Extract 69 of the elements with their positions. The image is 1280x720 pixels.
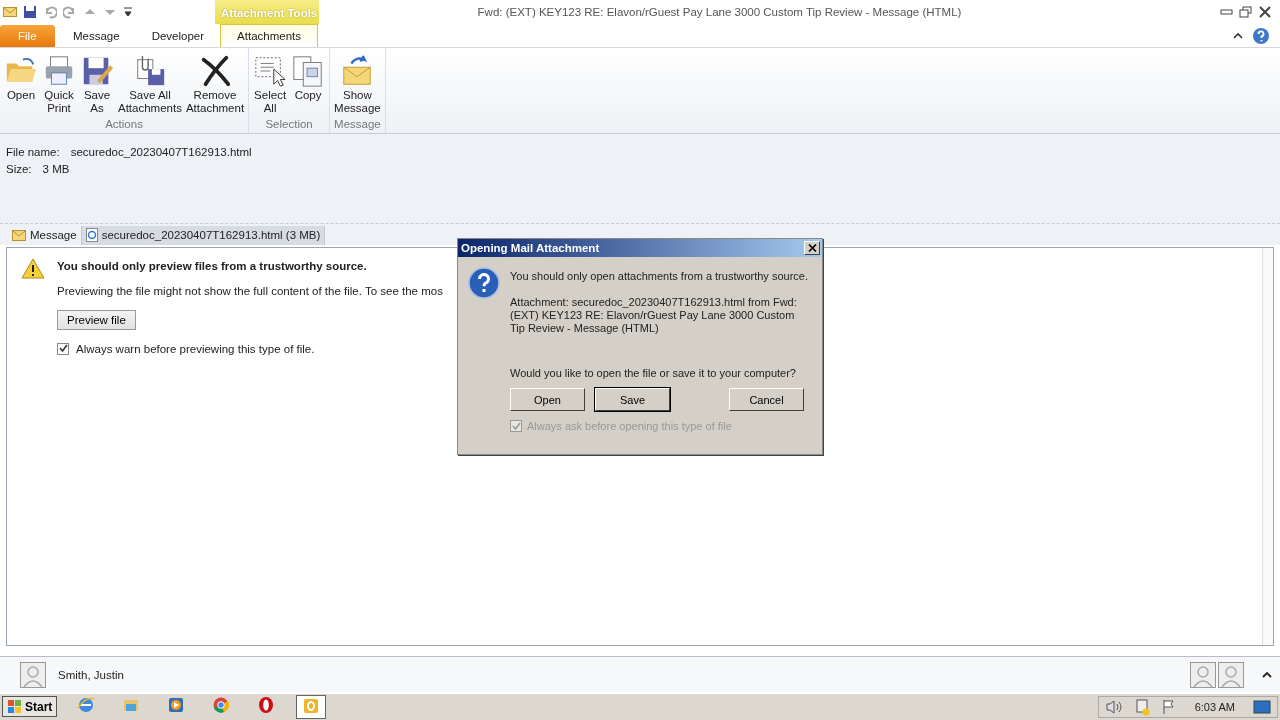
ribbon-button[interactable]: Show Message — [332, 54, 383, 119]
close-icon — [807, 244, 817, 252]
field-label: File name: — [6, 145, 60, 161]
dialog-title: Opening Mail Attachment — [461, 242, 600, 254]
group-label: Selection — [264, 118, 314, 133]
group-label: Message — [333, 118, 382, 133]
close-button[interactable] — [804, 241, 820, 255]
mail-icon — [3, 6, 17, 18]
close-icon[interactable] — [1258, 6, 1272, 18]
notice-heading: You should only preview files from a trustworthy source. — [57, 259, 367, 272]
ribbon-tab[interactable]: Attachments — [220, 24, 318, 47]
window-title: Fwd: (EXT) KEY123 RE: Elavon/rGuest Pay Lane 3000 Custom Tip Review - Message (HTML) — [476, 6, 963, 18]
restore-icon[interactable] — [1239, 6, 1253, 18]
ribbon-button[interactable]: Remove Attachment — [183, 54, 247, 119]
dialog-button[interactable]: Open — [510, 388, 585, 411]
expand-icon[interactable] — [1262, 670, 1272, 679]
avatar-icon — [1190, 661, 1216, 688]
attachment-tab[interactable]: Message — [8, 225, 82, 245]
preview-file-button[interactable]: Preview file — [57, 309, 136, 330]
attachment-tab[interactable]: securedoc_20230407T162913.html (3 MB) — [81, 225, 326, 245]
checkbox[interactable] — [57, 342, 69, 355]
attachment-details: Attachment: securedoc_20230407T162913.html from Fwd: (EXT) KEY123 RE: Elavon/rGuest Pay Lane 3000 Custom Tip Review - Message (HTML) — [510, 296, 798, 335]
redo-icon[interactable] — [63, 5, 77, 19]
ribbon-button[interactable]: Save All Attachments — [116, 54, 184, 119]
ribbon-button[interactable]: Copy — [289, 54, 328, 119]
browser-icon — [212, 695, 231, 714]
windows-logo-icon — [7, 699, 23, 715]
flag-icon[interactable] — [1160, 698, 1177, 715]
ribbon-tab[interactable]: Message — [57, 25, 136, 47]
help-icon[interactable] — [1252, 26, 1270, 45]
dialog-button[interactable]: Cancel — [729, 388, 804, 411]
checkbox-label: Always warn before previewing this type of file. — [76, 342, 315, 355]
customize-icon[interactable] — [123, 5, 133, 19]
ribbon-button[interactable]: Save As — [78, 54, 116, 119]
question-icon — [468, 267, 500, 299]
envelope-icon — [12, 229, 26, 241]
minimize-icon[interactable] — [1220, 6, 1234, 16]
ribbon-tab[interactable]: Developer — [135, 25, 221, 47]
avatar-icon — [1218, 661, 1244, 688]
ring-icon — [257, 695, 276, 714]
play-icon — [167, 695, 186, 714]
ribbon-button[interactable]: Select All — [251, 54, 290, 119]
save-icon[interactable] — [23, 5, 37, 19]
start-button[interactable]: Start — [2, 696, 58, 718]
show-desktop-icon[interactable] — [1253, 698, 1271, 715]
notice-text: Previewing the file might not show the full content of the file. To see the mos — [57, 284, 443, 297]
ribbon-button[interactable]: Open — [2, 54, 40, 119]
scrollbar[interactable] — [1262, 247, 1273, 646]
ribbon-button[interactable]: Quick Print — [40, 54, 78, 119]
field-label: Size: — [6, 162, 32, 178]
dialog-button[interactable]: Save — [595, 388, 670, 411]
clock[interactable]: 6:03 AM — [1194, 700, 1235, 713]
avatar-icon — [20, 661, 46, 688]
globe-icon — [77, 695, 96, 714]
select-all-icon — [253, 54, 288, 88]
context-tab-label: Attachment Tools — [215, 0, 319, 24]
group-label: Actions — [104, 118, 144, 133]
file-name: securedoc_20230407T162913.html — [70, 145, 252, 161]
speaker-icon[interactable] — [1104, 698, 1123, 715]
undo-icon[interactable] — [43, 5, 57, 19]
collapse-ribbon-icon[interactable] — [1232, 30, 1244, 41]
taskbar-app[interactable] — [296, 694, 327, 719]
file-size: 3 MB — [42, 162, 70, 178]
contact-name[interactable]: Smith, Justin — [58, 668, 124, 681]
dialog-message: You should only open attachments from a trustworthy source. — [510, 270, 808, 282]
mail-app-icon — [302, 696, 321, 715]
web-file-icon — [85, 228, 98, 243]
dialog-question: Would you like to open the file or save it to your computer? — [510, 367, 797, 379]
warning-icon — [21, 257, 45, 279]
